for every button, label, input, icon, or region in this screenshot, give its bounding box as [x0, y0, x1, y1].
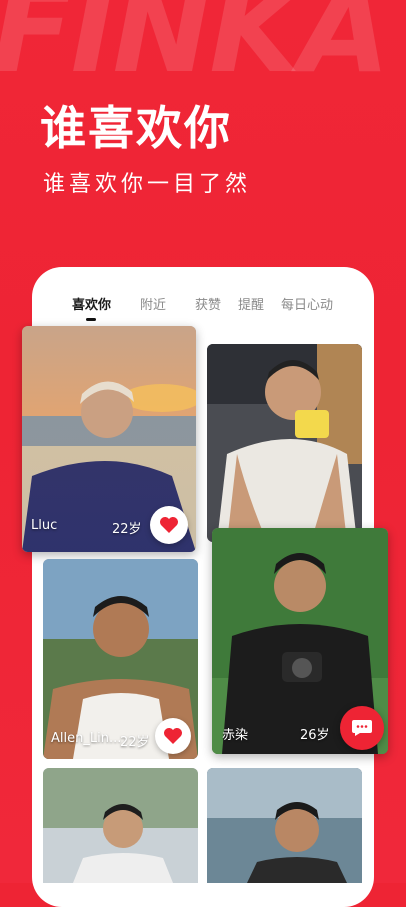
heart-icon — [164, 728, 182, 744]
profile-photo — [207, 344, 362, 542]
profile-card[interactable] — [207, 768, 362, 883]
profile-age: 26岁 — [300, 728, 330, 743]
profile-card[interactable] — [43, 768, 198, 883]
hero-title: 谁喜欢你 — [40, 101, 232, 155]
tab-liked[interactable]: 获赞 — [195, 296, 221, 316]
profile-photo — [207, 768, 362, 883]
tab-nearby[interactable]: 附近 — [140, 296, 166, 316]
profile-name: Allen_Lin... — [51, 731, 122, 746]
tab-indicator — [86, 318, 96, 321]
profile-age: 22岁 — [120, 735, 150, 750]
like-button[interactable] — [155, 718, 191, 754]
tab-reminders[interactable]: 提醒 — [238, 296, 264, 316]
tab-likes-you[interactable]: 喜欢你 — [72, 296, 111, 316]
brand-watermark: FINKA — [0, 0, 390, 90]
message-button[interactable] — [340, 706, 384, 750]
heart-icon — [160, 517, 178, 533]
like-button[interactable] — [150, 506, 188, 544]
hero-subtitle: 谁喜欢你一目了然 — [43, 172, 252, 197]
tab-bar: 喜欢你 附近 获赞 提醒 每日心动 — [32, 296, 374, 320]
profile-photo — [43, 768, 198, 883]
profile-name: Lluc — [31, 518, 58, 533]
profile-card[interactable]: 赤染 26岁 — [212, 528, 388, 754]
profile-card[interactable]: Lluc 22岁 — [22, 326, 196, 552]
message-icon — [352, 720, 372, 736]
profile-name: 赤染 — [222, 728, 249, 743]
tab-daily-crush[interactable]: 每日心动 — [281, 296, 333, 316]
profile-age: 22岁 — [112, 522, 142, 537]
profile-card[interactable] — [207, 344, 362, 542]
profile-card[interactable]: Allen_Lin... 22岁 — [43, 559, 198, 759]
